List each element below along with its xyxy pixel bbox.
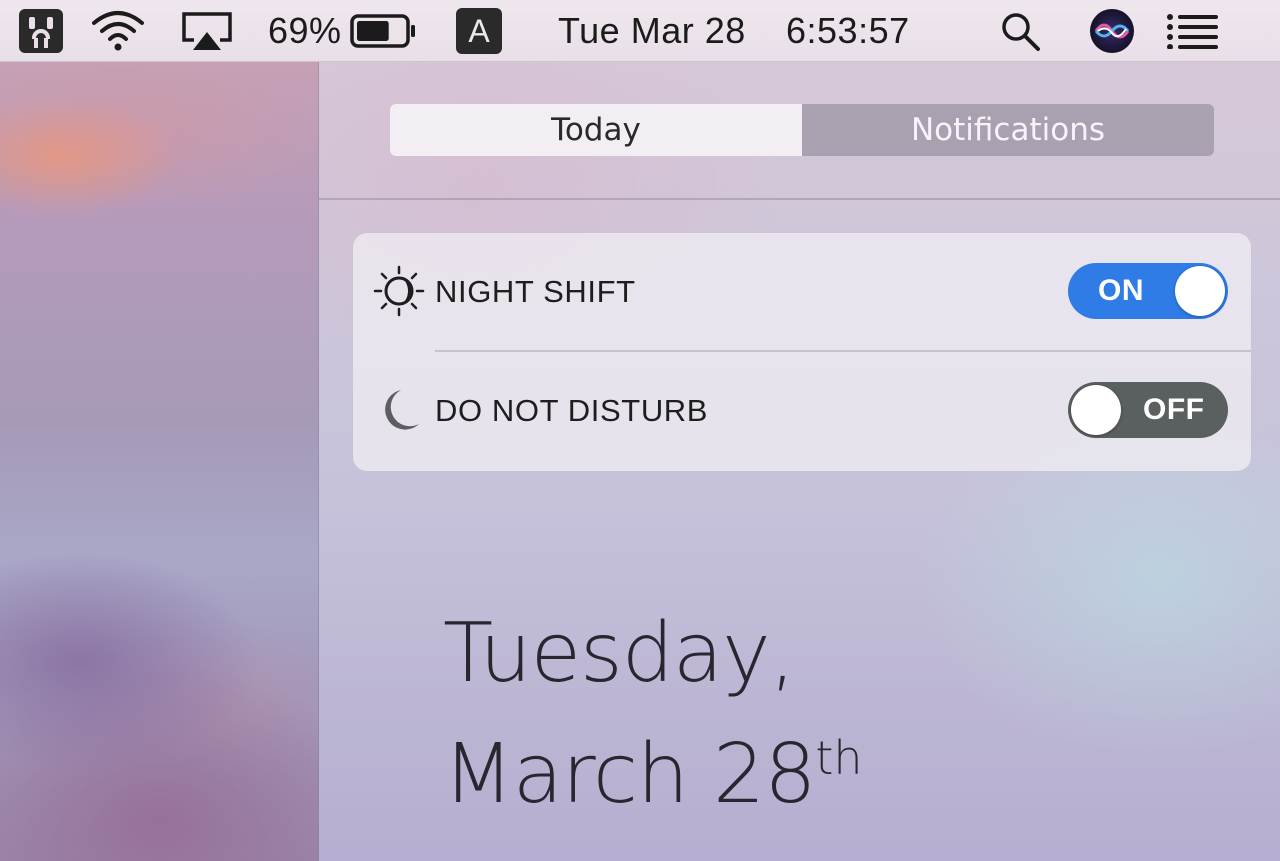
night-shift-toggle[interactable]: ON	[1068, 263, 1228, 319]
siri-icon[interactable]	[1088, 0, 1136, 62]
date-weekday: Tuesday,	[443, 606, 796, 701]
date-month-day: March 28	[443, 727, 816, 822]
notification-center-panel: Today Notifications NIGHT SHIFT ON DO NO…	[318, 62, 1280, 861]
input-source-icon[interactable]: A	[456, 0, 502, 62]
notification-center-icon[interactable]	[1166, 0, 1220, 62]
do-not-disturb-label: DO NOT DISTURB	[435, 393, 709, 428]
header-divider	[319, 198, 1280, 200]
battery-icon[interactable]	[350, 0, 416, 62]
do-not-disturb-toggle[interactable]: OFF	[1068, 382, 1228, 438]
toggles-card: NIGHT SHIFT ON DO NOT DISTURB OFF	[353, 233, 1251, 471]
menubar-clock[interactable]: 6:53:57	[786, 0, 910, 62]
wifi-icon[interactable]	[90, 0, 146, 62]
do-not-disturb-state: OFF	[1143, 393, 1205, 426]
view-segmented-control: Today Notifications	[390, 104, 1214, 156]
input-source-label: A	[468, 12, 490, 49]
battery-percent: 69%	[268, 10, 342, 51]
desktop-wallpaper	[0, 62, 318, 861]
airplay-icon[interactable]	[180, 0, 234, 62]
night-shift-icon	[373, 265, 425, 317]
menu-bar: 69% A Tue Mar 28 6:53:57	[0, 0, 1280, 62]
do-not-disturb-row: DO NOT DISTURB OFF	[353, 352, 1251, 470]
night-shift-row: NIGHT SHIFT ON	[353, 233, 1251, 352]
night-shift-label: NIGHT SHIFT	[435, 274, 636, 309]
date-month-day-line: March 28th	[443, 706, 863, 827]
toggle-knob	[1175, 266, 1225, 316]
tab-notifications[interactable]: Notifications	[802, 104, 1214, 156]
moon-icon	[385, 390, 419, 430]
date-ordinal-suffix: th	[815, 731, 863, 785]
menubar-date[interactable]: Tue Mar 28	[558, 0, 746, 62]
today-date: Tuesday, March 28th	[443, 602, 863, 827]
toggle-knob	[1071, 385, 1121, 435]
outlet-app-icon[interactable]	[18, 0, 64, 62]
night-shift-state: ON	[1098, 274, 1144, 307]
tab-today[interactable]: Today	[390, 104, 802, 156]
spotlight-search-icon[interactable]	[998, 0, 1042, 62]
